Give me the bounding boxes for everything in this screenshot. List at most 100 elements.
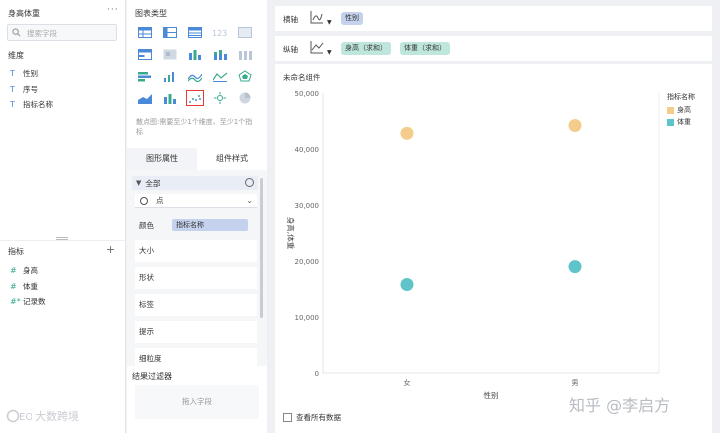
text-card-icon[interactable] <box>236 24 254 40</box>
watermark-logo-icon: EO <box>6 409 32 423</box>
pie-chart-icon[interactable] <box>236 90 254 106</box>
field-label: 体重 <box>23 282 38 291</box>
field-label: 身高 <box>23 266 38 275</box>
y-tick-label: 40,000 <box>295 146 320 154</box>
result-filter-title: 结果过滤器 <box>132 372 172 381</box>
more-options-button[interactable]: ··· <box>107 5 119 15</box>
y-tick-label: 10,000 <box>295 314 320 322</box>
x-axis-shelf[interactable]: 横轴 ▼ 性别 <box>275 6 712 31</box>
chevron-down-icon[interactable]: ▼ <box>327 19 332 26</box>
chart-config-panel: 图表类型 123 散点图:需要至少1个维度、至少1个指标 图形属性 组件样式 ▼ <box>127 0 267 433</box>
chart-hint-text: 散点图:需要至少1个维度、至少1个指标 <box>136 118 253 136</box>
legend-title: 指标名称 <box>667 93 695 101</box>
field-label: 序号 <box>23 85 38 94</box>
cross-table-icon[interactable] <box>161 24 179 40</box>
dimension-item[interactable]: T 序号 <box>10 84 38 95</box>
color-field-pill[interactable]: 指标名称 <box>172 219 248 231</box>
shape-property[interactable]: 形状 <box>135 267 257 289</box>
field-label: 指标名称 <box>23 100 53 109</box>
legend-swatch <box>667 118 674 126</box>
axis-type-icon[interactable] <box>310 10 324 24</box>
show-all-data-label: 查看所有数据 <box>296 413 341 422</box>
y-field-pill[interactable]: 身高（求和） <box>341 42 391 55</box>
bar-chart-icon[interactable] <box>136 68 154 84</box>
x-axis-label: 横轴 <box>283 15 298 24</box>
percent-column-icon[interactable] <box>236 46 254 62</box>
dimension-item[interactable]: T 性别 <box>10 68 38 79</box>
text-type-icon: T <box>10 69 15 78</box>
grouped-table-icon[interactable] <box>136 46 154 62</box>
y-tick-label: 0 <box>315 370 319 378</box>
label-property[interactable]: 标签 <box>135 294 257 316</box>
color-label: 颜色 <box>139 220 154 230</box>
legend-item[interactable]: 身高 <box>667 105 695 115</box>
scatter-point <box>568 260 582 274</box>
add-measure-button[interactable]: + <box>106 243 115 256</box>
axis-type-icon[interactable] <box>310 40 324 54</box>
x-axis-title: 性别 <box>484 390 499 400</box>
chevron-down-icon[interactable]: ▼ <box>327 49 332 56</box>
bubble-chart-icon[interactable] <box>211 90 229 106</box>
tab-component-style[interactable]: 组件样式 <box>197 148 267 170</box>
svg-text:123: 123 <box>212 29 227 38</box>
circle-toggle-icon[interactable] <box>245 178 254 187</box>
tooltip-property[interactable]: 提示 <box>135 321 257 343</box>
number-type-icon: #* <box>10 297 21 306</box>
number-type-icon: # <box>10 266 17 275</box>
scatter-point <box>400 126 414 140</box>
color-row: 颜色 指标名称 <box>139 219 248 231</box>
chart-canvas: 未命名组件 0 10,000 20,000 30,000 40,000 50,000 女男性… <box>275 64 712 433</box>
property-scrollbar[interactable] <box>260 178 263 318</box>
heat-table-icon[interactable] <box>161 46 179 62</box>
radar-chart-icon[interactable] <box>236 68 254 84</box>
legend-swatch <box>667 106 674 114</box>
table-chart-icon[interactable] <box>136 24 154 40</box>
field-label: 记录数 <box>23 297 46 306</box>
combo-column-icon[interactable] <box>161 90 179 106</box>
y-field-pill[interactable]: 体重（求和） <box>400 42 450 55</box>
legend-label: 体重 <box>677 118 691 126</box>
measure-item[interactable]: # 身高 <box>10 265 38 276</box>
size-property[interactable]: 大小 <box>135 240 257 262</box>
field-search-input[interactable]: 搜索字段 <box>7 24 117 41</box>
text-type-icon: T <box>10 85 15 94</box>
mark-type-select[interactable]: 点 ⌄ <box>135 194 257 208</box>
legend-item[interactable]: 体重 <box>667 117 695 127</box>
y-tick-label: 20,000 <box>295 258 320 266</box>
area-chart-icon[interactable] <box>136 90 154 106</box>
kpi-number-icon[interactable]: 123 <box>211 24 229 40</box>
property-tabs: 图形属性 组件样式 <box>127 148 267 170</box>
stacked-column-icon[interactable] <box>211 46 229 62</box>
granularity-property[interactable]: 细粒度 <box>135 348 257 366</box>
point-mark-icon <box>140 196 148 205</box>
y-axis-label: 纵轴 <box>283 45 298 54</box>
svg-text:EO: EO <box>19 412 32 423</box>
y-tick-label: 30,000 <box>295 202 320 210</box>
scatter-chart-icon[interactable] <box>186 90 204 106</box>
measure-item[interactable]: # 体重 <box>10 281 38 292</box>
chevron-down-icon: ▼ <box>136 179 142 187</box>
tab-shape-properties[interactable]: 图形属性 <box>127 148 197 170</box>
y-axis-shelf[interactable]: 纵轴 ▼ 身高（求和） 体重（求和） <box>275 36 712 61</box>
detail-table-icon[interactable] <box>186 24 204 40</box>
x-tick-label: 女 <box>404 378 411 387</box>
checkbox-box[interactable] <box>283 413 292 422</box>
dimension-section-title: 维度 <box>8 51 24 60</box>
show-all-data-checkbox[interactable]: 查看所有数据 <box>283 412 341 423</box>
legend-label: 身高 <box>677 106 691 114</box>
search-icon <box>12 28 21 37</box>
dot-bar-icon[interactable] <box>161 68 179 84</box>
prop-all-header[interactable]: ▼ 全部 <box>132 176 258 190</box>
property-area: ▼ 全部 点 ⌄ 颜色 指标名称 大小 形状 标签 提示 细粒度 <box>127 170 267 366</box>
dimension-item[interactable]: T 指标名称 <box>10 99 53 110</box>
field-label: 性别 <box>23 69 38 78</box>
line-chart-icon[interactable] <box>186 68 204 84</box>
column-chart-icon[interactable] <box>186 46 204 62</box>
area-line-icon[interactable] <box>211 68 229 84</box>
chevron-down-icon: ⌄ <box>246 196 253 205</box>
measure-item[interactable]: #* 记录数 <box>10 296 46 307</box>
filter-drop-zone[interactable]: 拖入字段 <box>135 385 259 419</box>
text-type-icon: T <box>10 100 15 109</box>
x-field-pill[interactable]: 性别 <box>341 12 363 25</box>
data-panel: 身高体重 ··· 搜索字段 维度 T 性别 T 序号 T 指标名称 指标 + # 身高 … <box>0 0 126 433</box>
